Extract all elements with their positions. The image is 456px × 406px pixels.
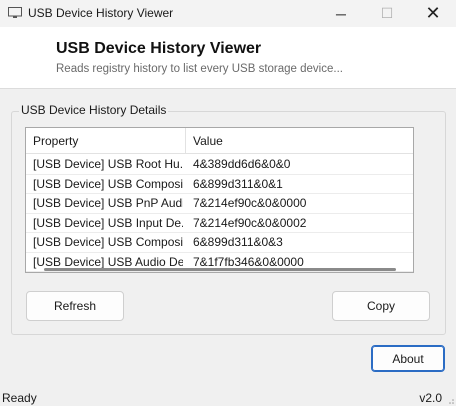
horizontal-scrollbar[interactable] [44,268,396,271]
close-icon: ✕ [425,3,441,23]
row-property: [USB Device] USB Composi... [33,176,183,191]
list-row[interactable]: [USB Device] USB Input De... 7&214ef90c&… [26,214,413,233]
header-title: USB Device History Viewer [56,40,262,57]
row-value: 7&214ef90c&0&0000 [193,196,307,210]
row-property: [USB Device] USB PnP Audi... [33,196,183,210]
window-title: USB Device History Viewer [28,6,174,20]
list-header: Property Value [26,128,413,154]
header-subtitle: Reads registry history to list every USB… [56,63,343,75]
list-row[interactable]: [USB Device] USB Root Hu... 4&389dd6d6&0… [26,155,413,175]
title-bar: USB Device History Viewer ─ ☐ ✕ [0,0,456,27]
maximize-icon: ☐ [380,5,394,21]
list-row[interactable]: [USB Device] USB PnP Audi... 7&214ef90c&… [26,194,413,214]
row-property: [USB Device] USB Root Hu... [33,157,183,171]
column-header-property[interactable]: Property [26,128,186,154]
row-property: [USB Device] USB Input De... [33,215,183,230]
row-value: 6&899d311&0&1 [193,176,283,191]
group-label: USB Device History Details [19,103,169,117]
copy-button[interactable]: Copy [332,291,430,321]
row-property: [USB Device] USB Composi... [33,235,183,249]
row-value: 6&899d311&0&3 [193,235,283,249]
list-row[interactable]: [USB Device] USB Composi... 6&899d311&0&… [26,175,413,194]
list-body: [USB Device] USB Root Hu... 4&389dd6d6&0… [26,155,413,272]
header-panel: USB Device History Viewer Reads registry… [0,27,456,89]
device-history-list[interactable]: Property Value [USB Device] USB Root Hu.… [25,127,414,273]
close-button[interactable]: ✕ [410,0,456,27]
about-button[interactable]: About [371,345,445,372]
monitor-icon [8,7,22,18]
refresh-button[interactable]: Refresh [26,291,124,321]
resize-grip-icon[interactable] [446,396,454,404]
version-label: v2.0 [419,391,442,405]
list-row[interactable]: [USB Device] USB Composi... 6&899d311&0&… [26,233,413,253]
maximize-button[interactable]: ☐ [364,0,410,27]
minimize-icon: ─ [336,5,346,22]
minimize-button[interactable]: ─ [318,0,364,27]
row-value: 7&214ef90c&0&0002 [193,215,307,230]
column-header-value[interactable]: Value [186,128,413,154]
status-text: Ready [2,391,37,405]
status-bar: Ready v2.0 [0,388,456,406]
row-value: 4&389dd6d6&0&0 [193,157,291,171]
